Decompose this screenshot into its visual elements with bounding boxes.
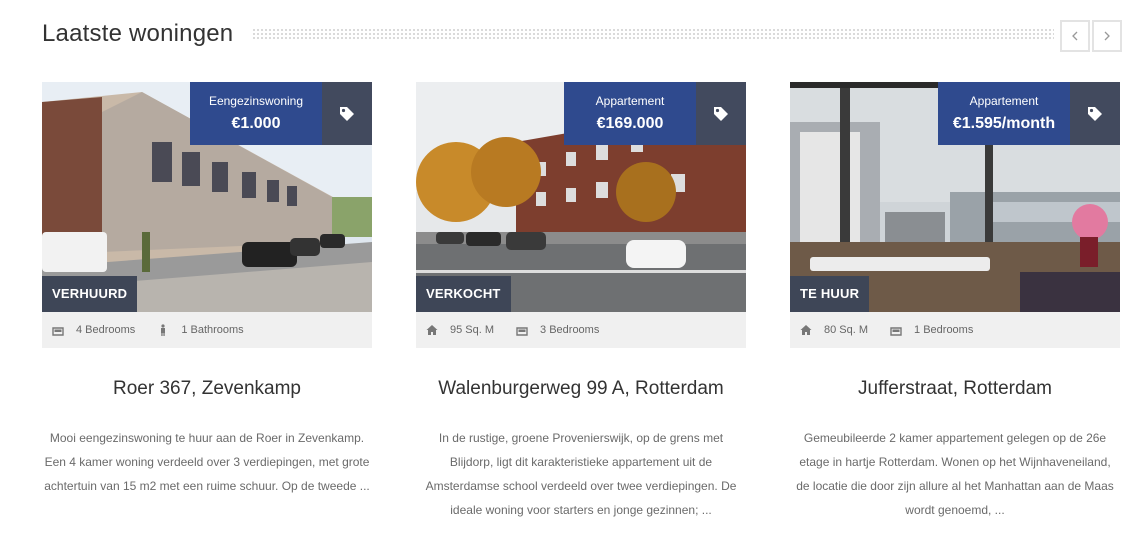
tag-button[interactable] <box>696 82 746 145</box>
tag-button[interactable] <box>322 82 372 145</box>
tag-icon <box>714 106 728 121</box>
property-price: €1.595/month <box>952 115 1056 132</box>
listing-title[interactable]: Roer 367, Zevenkamp <box>42 378 372 400</box>
home-icon <box>426 325 438 335</box>
listing-description: Gemeubileerde 2 kamer appartement gelege… <box>796 431 1114 517</box>
property-type: Eengezinswoning <box>208 94 304 108</box>
price-badge: Appartement €1.595/month <box>938 82 1120 145</box>
tag-icon <box>340 106 354 121</box>
meta-label: 1 Bedrooms <box>914 324 974 336</box>
property-price: €169.000 <box>596 115 664 132</box>
bed-icon <box>52 327 64 336</box>
status-badge: VERHUURD <box>42 276 138 312</box>
listing-title[interactable]: Jufferstraat, Rotterdam <box>790 378 1120 400</box>
bed-icon <box>516 327 528 336</box>
carousel-next-button[interactable] <box>1092 20 1122 52</box>
property-type: Appartement <box>595 94 665 108</box>
listing-photo[interactable]: Appartement €169.000 VERKOCHT <box>416 82 746 312</box>
listing-meta: 4 Bedrooms 1 Bathrooms <box>42 312 372 348</box>
listing-card[interactable]: Appartement €1.595/month TE HUUR 80 Sq. … <box>790 82 1120 522</box>
listing-photo[interactable]: Appartement €1.595/month TE HUUR <box>790 82 1120 312</box>
status-badge: VERKOCHT <box>416 276 511 312</box>
meta-label: 95 Sq. M <box>450 324 495 336</box>
tag-button[interactable] <box>1070 82 1120 145</box>
section-header: Laatste woningen <box>42 18 1122 52</box>
listing-title[interactable]: Walenburgerweg 99 A, Rotterdam <box>416 378 746 400</box>
status-badge: TE HUUR <box>790 276 870 312</box>
meta-label: 1 Bathrooms <box>181 324 244 336</box>
meta-label: 3 Bedrooms <box>540 324 600 336</box>
tag-icon <box>1088 106 1102 121</box>
person-icon <box>161 324 166 336</box>
section-title: Laatste woningen <box>42 20 234 47</box>
listing-card[interactable]: Appartement €169.000 VERKOCHT 95 Sq. M 3… <box>416 82 746 522</box>
listing-meta: 80 Sq. M 1 Bedrooms <box>790 312 1120 348</box>
listing-meta: 95 Sq. M 3 Bedrooms <box>416 312 746 348</box>
dotted-divider <box>252 28 1054 40</box>
listing-photo[interactable]: Eengezinswoning €1.000 VERHUURD <box>42 82 372 312</box>
meta-label: 4 Bedrooms <box>76 324 136 336</box>
listing-description: In de rustige, groene Provenierswijk, op… <box>425 431 737 517</box>
price-badge: Eengezinswoning €1.000 <box>190 82 372 145</box>
chevron-left-icon <box>1072 31 1078 41</box>
meta-label: 80 Sq. M <box>824 324 869 336</box>
price-badge: Appartement €169.000 <box>564 82 746 145</box>
property-price: €1.000 <box>231 115 281 132</box>
chevron-right-icon <box>1104 31 1110 41</box>
listing-description: Mooi eengezinswoning te huur aan de Roer… <box>44 431 370 493</box>
carousel-prev-button[interactable] <box>1060 20 1090 52</box>
property-type: Appartement <box>969 94 1039 108</box>
listing-card[interactable]: Eengezinswoning €1.000 VERHUURD 4 Bedroo… <box>42 82 372 498</box>
home-icon <box>800 325 812 335</box>
bed-icon <box>890 327 902 336</box>
